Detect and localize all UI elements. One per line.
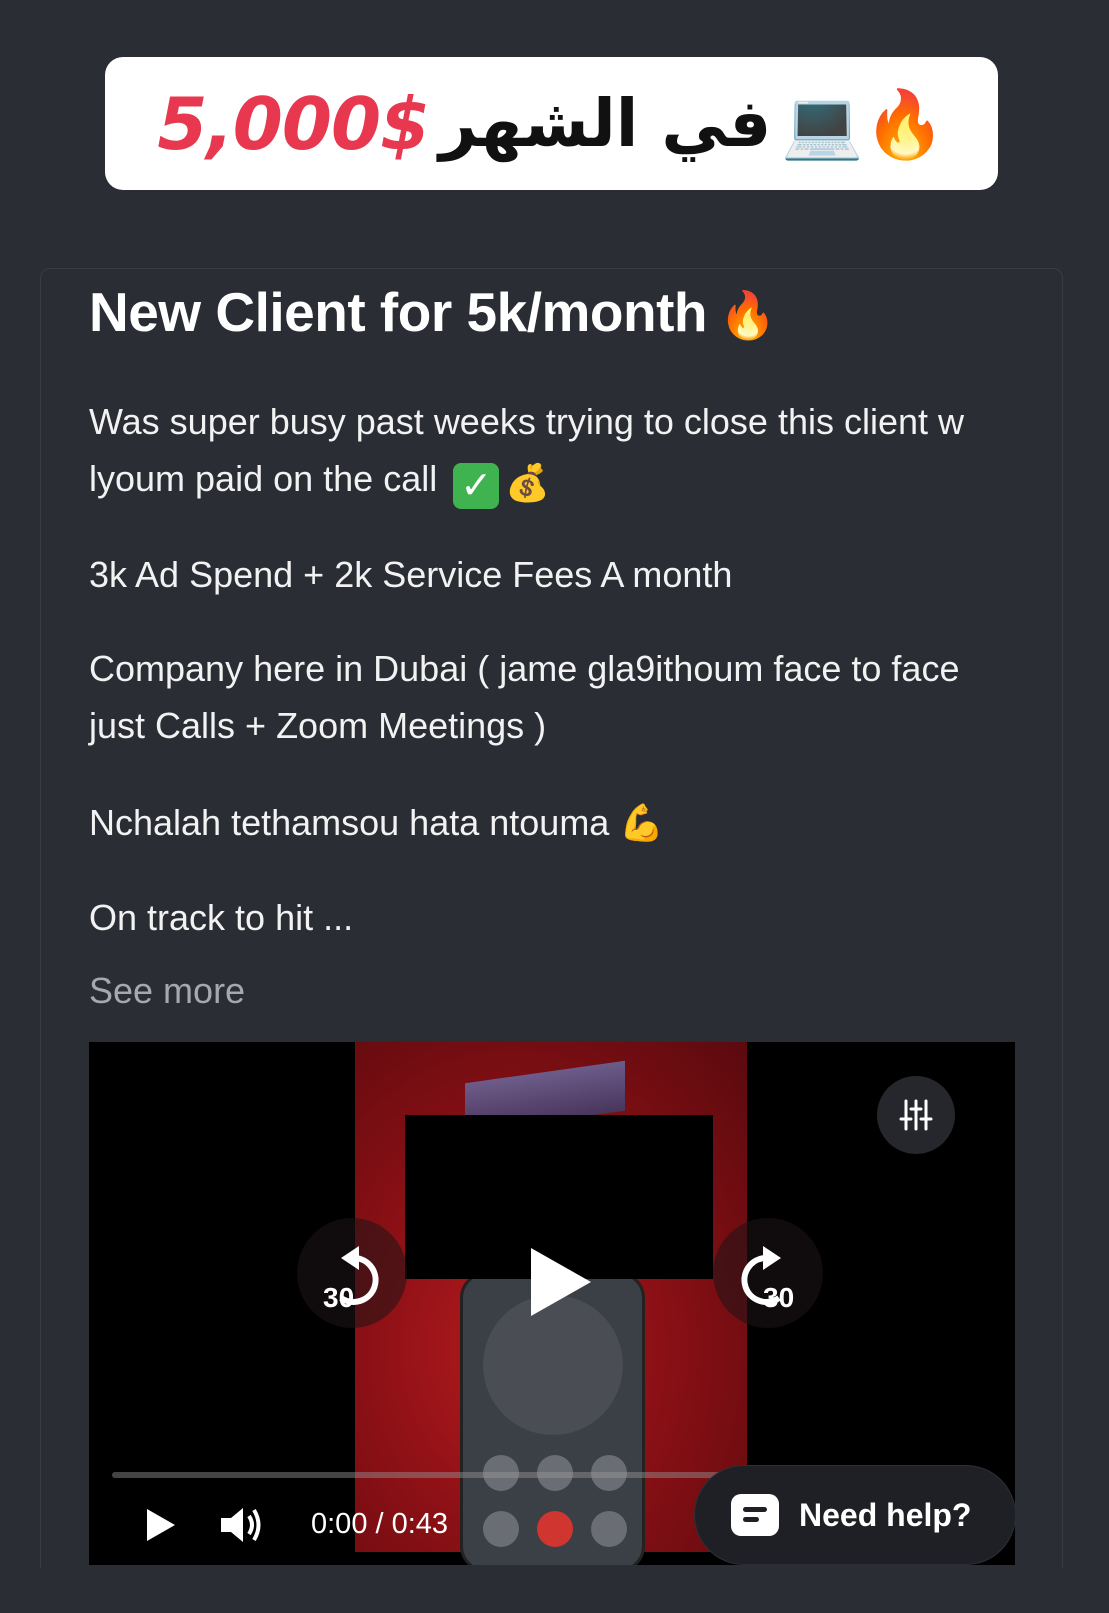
laptop-fire-emoji-icon: 💻🔥 [781,86,946,161]
post-title: New Client for 5k/month 🔥 [89,280,776,344]
need-help-button[interactable]: Need help? [695,1466,1015,1564]
center-play-icon[interactable] [519,1242,599,1322]
check-mark-emoji-icon: ✓ [453,463,500,509]
settings-sliders-button[interactable] [877,1076,955,1154]
volume-icon[interactable] [219,1504,263,1546]
sliders-icon [899,1099,933,1131]
paragraph-text: Nchalah tethamsou hata ntouma [89,802,610,843]
skip-back-label: 30 [323,1282,355,1313]
phone-keypad-button [591,1511,627,1547]
money-bag-emoji-icon: 💰 [505,462,551,503]
need-help-label: Need help? [799,1496,972,1533]
chat-icon [731,1494,779,1536]
phone-end-button [537,1511,573,1547]
flexed-biceps-emoji-icon: 💪 [619,802,665,843]
fire-emoji-icon: 🔥 [719,289,776,341]
promo-banner: 5,000$ في الشهر 💻🔥 [105,57,998,190]
banner-amount: 5,000$ [157,81,430,166]
video-time: 0:00 / 0:43 [311,1508,449,1540]
banner-arabic-text: في الشهر [439,85,772,162]
post-paragraph-5: On track to hit ... [89,897,354,938]
skip-forward-button[interactable]: 30 [713,1218,823,1328]
phone-add-button [483,1511,519,1547]
post-paragraph-4: Nchalah tethamsou hata ntouma 💪 [89,794,1019,851]
post-paragraph-3: Company here in Dubai ( jame gla9ithoum … [89,648,960,746]
post-title-text: New Client for 5k/month [89,281,708,343]
post-paragraph-2: 3k Ad Spend + 2k Service Fees A month [89,554,733,595]
post-paragraph-1: Was super busy past weeks trying to clos… [89,393,1019,511]
see-more-link[interactable]: See more [89,970,245,1012]
play-icon[interactable] [145,1505,177,1545]
skip-back-button[interactable]: 30 [297,1218,407,1328]
skip-forward-label: 30 [763,1282,795,1313]
